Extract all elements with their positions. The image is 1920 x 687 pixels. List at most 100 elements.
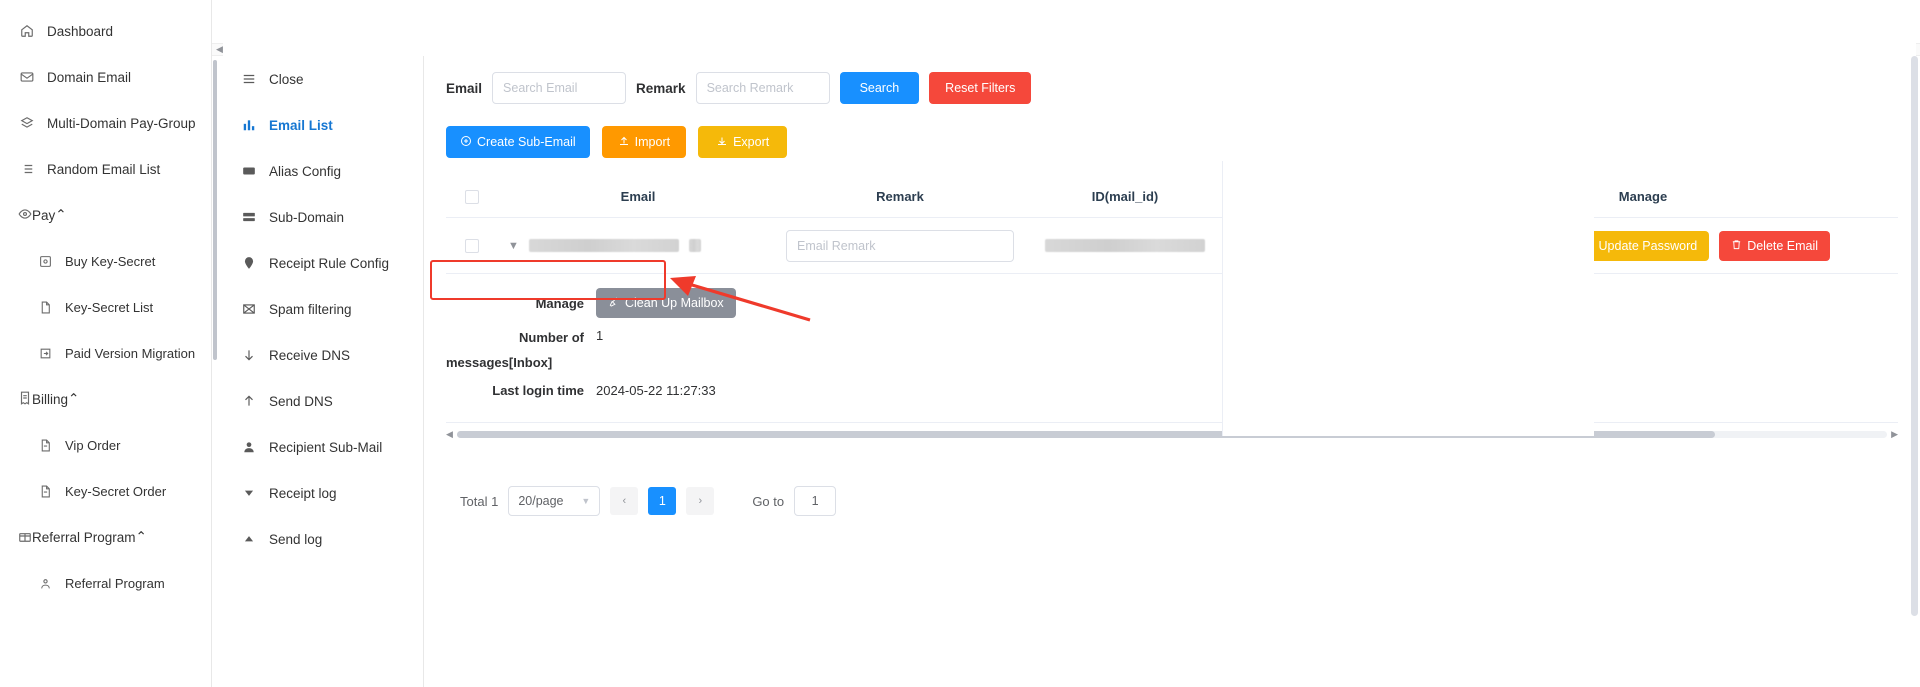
sidebar-item-label: Key-Secret List	[65, 299, 154, 315]
sidebar-group-label: Referral Program	[32, 529, 136, 545]
table-scroll-left-icon[interactable]: ◀	[446, 429, 453, 440]
subdomain-icon	[240, 208, 258, 226]
inner-menu-label: Receive DNS	[269, 347, 351, 363]
table-scroll-thumb[interactable]	[456, 431, 1716, 439]
inner-menu-item-send-log[interactable]: Send log	[212, 516, 423, 562]
inner-menu-item-sub-domain[interactable]: Sub-Domain	[212, 194, 423, 240]
row-remark-cell	[778, 229, 1022, 262]
sidebar-item-random-email-list[interactable]: Random Email List	[0, 146, 211, 192]
search-email-input[interactable]	[492, 72, 627, 104]
reset-filters-button[interactable]: Reset Filters	[929, 72, 1032, 104]
table-scroll-right-icon[interactable]: ▶	[1891, 429, 1898, 440]
pay-icon	[18, 207, 32, 224]
arrow-up-icon	[240, 392, 258, 410]
page-scrollbar-thumb[interactable]	[1911, 56, 1918, 616]
scroll-left-icon[interactable]: ◀	[216, 44, 223, 55]
pagination-prev-button[interactable]: ‹	[610, 487, 639, 516]
sidebar-item-paid-version-migration[interactable]: Paid Version Migration	[0, 330, 211, 376]
home-icon	[18, 22, 36, 40]
sidebar-group-billing[interactable]: Billing ⌃	[0, 376, 211, 422]
detail-message-count-value: 1	[596, 328, 604, 343]
sidebar-item-referral-program[interactable]: Referral Program	[0, 560, 211, 606]
page-scrollbar[interactable]	[1911, 56, 1918, 656]
content-area: D rsion Multi-Domain Pay-Group-Growth Re…	[212, 0, 1920, 687]
detail-last-login-label: Last login time	[492, 383, 584, 399]
chevron-down-icon: ▼	[581, 496, 591, 507]
pagination-page-1[interactable]: 1	[648, 487, 677, 516]
update-password-button[interactable]: Update Password	[1570, 230, 1710, 261]
inner-menu-item-close[interactable]: Close	[212, 56, 423, 102]
sidebar-group-referral-program[interactable]: Referral Program ⌃	[0, 514, 211, 560]
email-remark-input[interactable]	[786, 229, 1014, 262]
create-sub-email-button[interactable]: Create Sub-Email	[446, 126, 590, 158]
sidebar-item-label: Domain Email	[47, 69, 132, 85]
list-icon	[18, 160, 36, 178]
inner-menu-item-receipt-rule-config[interactable]: Receipt Rule Config	[212, 240, 423, 286]
inner-menu-scrollbar-thumb[interactable]	[213, 60, 217, 360]
arrow-down-icon	[240, 346, 258, 364]
sidebar-item-domain-email[interactable]: Domain Email	[0, 54, 211, 100]
pagination-next-button[interactable]: ›	[686, 487, 715, 516]
inner-menu-label: Spam filtering	[269, 301, 352, 317]
detail-message-count-label-line2: messages[Inbox]	[446, 354, 553, 370]
top-horizontal-scrollbar[interactable]: ◀ ▶	[212, 0, 1920, 393]
sidebar-item-dashboard[interactable]: Dashboard	[0, 8, 211, 54]
inner-menu-item-email-list[interactable]: Email List	[212, 102, 423, 148]
layers-icon	[18, 114, 36, 132]
expand-row-icon[interactable]: ▼	[508, 240, 519, 252]
user-icon	[240, 438, 258, 456]
sidebar-item-buy-key-secret[interactable]: Buy Key-Secret	[0, 238, 211, 284]
sidebar-item-multi-domain-pay-group[interactable]: Multi-Domain Pay-Group	[0, 100, 211, 146]
clean-up-mailbox-button[interactable]: Clean Up Mailbox	[596, 288, 736, 318]
sidebar-item-label: Buy Key-Secret	[65, 253, 156, 269]
inner-menu-item-receipt-log[interactable]: Receipt log	[212, 470, 423, 516]
detail-manage-label: Manage	[535, 295, 584, 311]
enter-email-label: Enter Email	[1483, 238, 1549, 253]
app-root: Dashboard Domain Email Multi-Domain Pay-…	[0, 0, 1920, 687]
table-horizontal-scrollbar[interactable]: ◀ ▶	[446, 429, 1898, 440]
redacted-mail-id	[1045, 239, 1205, 252]
table-scroll-track[interactable]	[456, 431, 1888, 439]
inner-menu-item-alias-config[interactable]: Alias Config	[212, 148, 423, 194]
row-detail-panel: Manage Clean Up Mailbox Number of messag…	[446, 274, 1898, 424]
sidebar-item-label: Key-Secret Order	[65, 483, 167, 499]
sidebar-item-label: Paid Version Migration	[65, 345, 196, 361]
export-button[interactable]: Export	[698, 126, 788, 158]
doc-icon	[36, 298, 54, 316]
enter-email-button[interactable]: Enter Email	[1455, 230, 1561, 261]
row-email-cell: ▼	[498, 239, 778, 252]
email-table: Email Remark ID(mail_id) Data Manage ▼ E…	[446, 176, 1898, 440]
inner-menu-item-spam-filtering[interactable]: Spam filtering	[212, 286, 423, 332]
inner-menu-item-send-dns[interactable]: Send DNS	[212, 378, 423, 424]
sidebar-item-key-secret-list[interactable]: Key-Secret List	[0, 284, 211, 330]
inner-menu-label: Receipt log	[269, 485, 337, 501]
inner-menu-item-receive-dns[interactable]: Receive DNS	[212, 332, 423, 378]
delete-email-button[interactable]: Delete Email	[1719, 230, 1831, 261]
chevron-up-icon: ⌃	[68, 391, 80, 406]
sidebar-item-key-secret-order[interactable]: Key-Secret Order	[0, 468, 211, 514]
detail-message-count-label-line1: Number of	[519, 330, 584, 345]
inner-menu-item-recipient-sub-mail[interactable]: Recipient Sub-Mail	[212, 424, 423, 470]
trash-icon	[1731, 239, 1742, 253]
sidebar-item-vip-order[interactable]: Vip Order	[0, 422, 211, 468]
goto-page-input[interactable]	[794, 486, 837, 517]
sidebar-item-label: Vip Order	[65, 437, 121, 453]
search-remark-input[interactable]	[695, 72, 830, 104]
import-button[interactable]: Import	[601, 126, 687, 158]
table-row: ▼ 2024-05-06	[446, 218, 1898, 274]
page-size-select[interactable]: 20/page ▼	[508, 486, 601, 517]
action-row: Create Sub-Email Import Export	[446, 126, 1898, 158]
update-password-label: Update Password	[1598, 238, 1698, 253]
referral-icon	[36, 574, 54, 592]
sidebar-group-pay[interactable]: Pay ⌃	[0, 192, 211, 238]
inner-menu-scrollbar[interactable]	[212, 56, 218, 687]
sidebar-group-label: Pay	[32, 207, 56, 223]
row-checkbox[interactable]	[465, 238, 479, 253]
goto-label: Go to	[752, 493, 785, 509]
search-button[interactable]: Search	[839, 72, 920, 104]
sidebar-item-label: Random Email List	[47, 161, 161, 177]
select-all-cell	[446, 189, 498, 204]
inner-menu-label: Alias Config	[269, 163, 342, 179]
filter-row: Email Remark Search Reset Filters	[446, 72, 1898, 104]
select-all-checkbox[interactable]	[465, 189, 479, 204]
